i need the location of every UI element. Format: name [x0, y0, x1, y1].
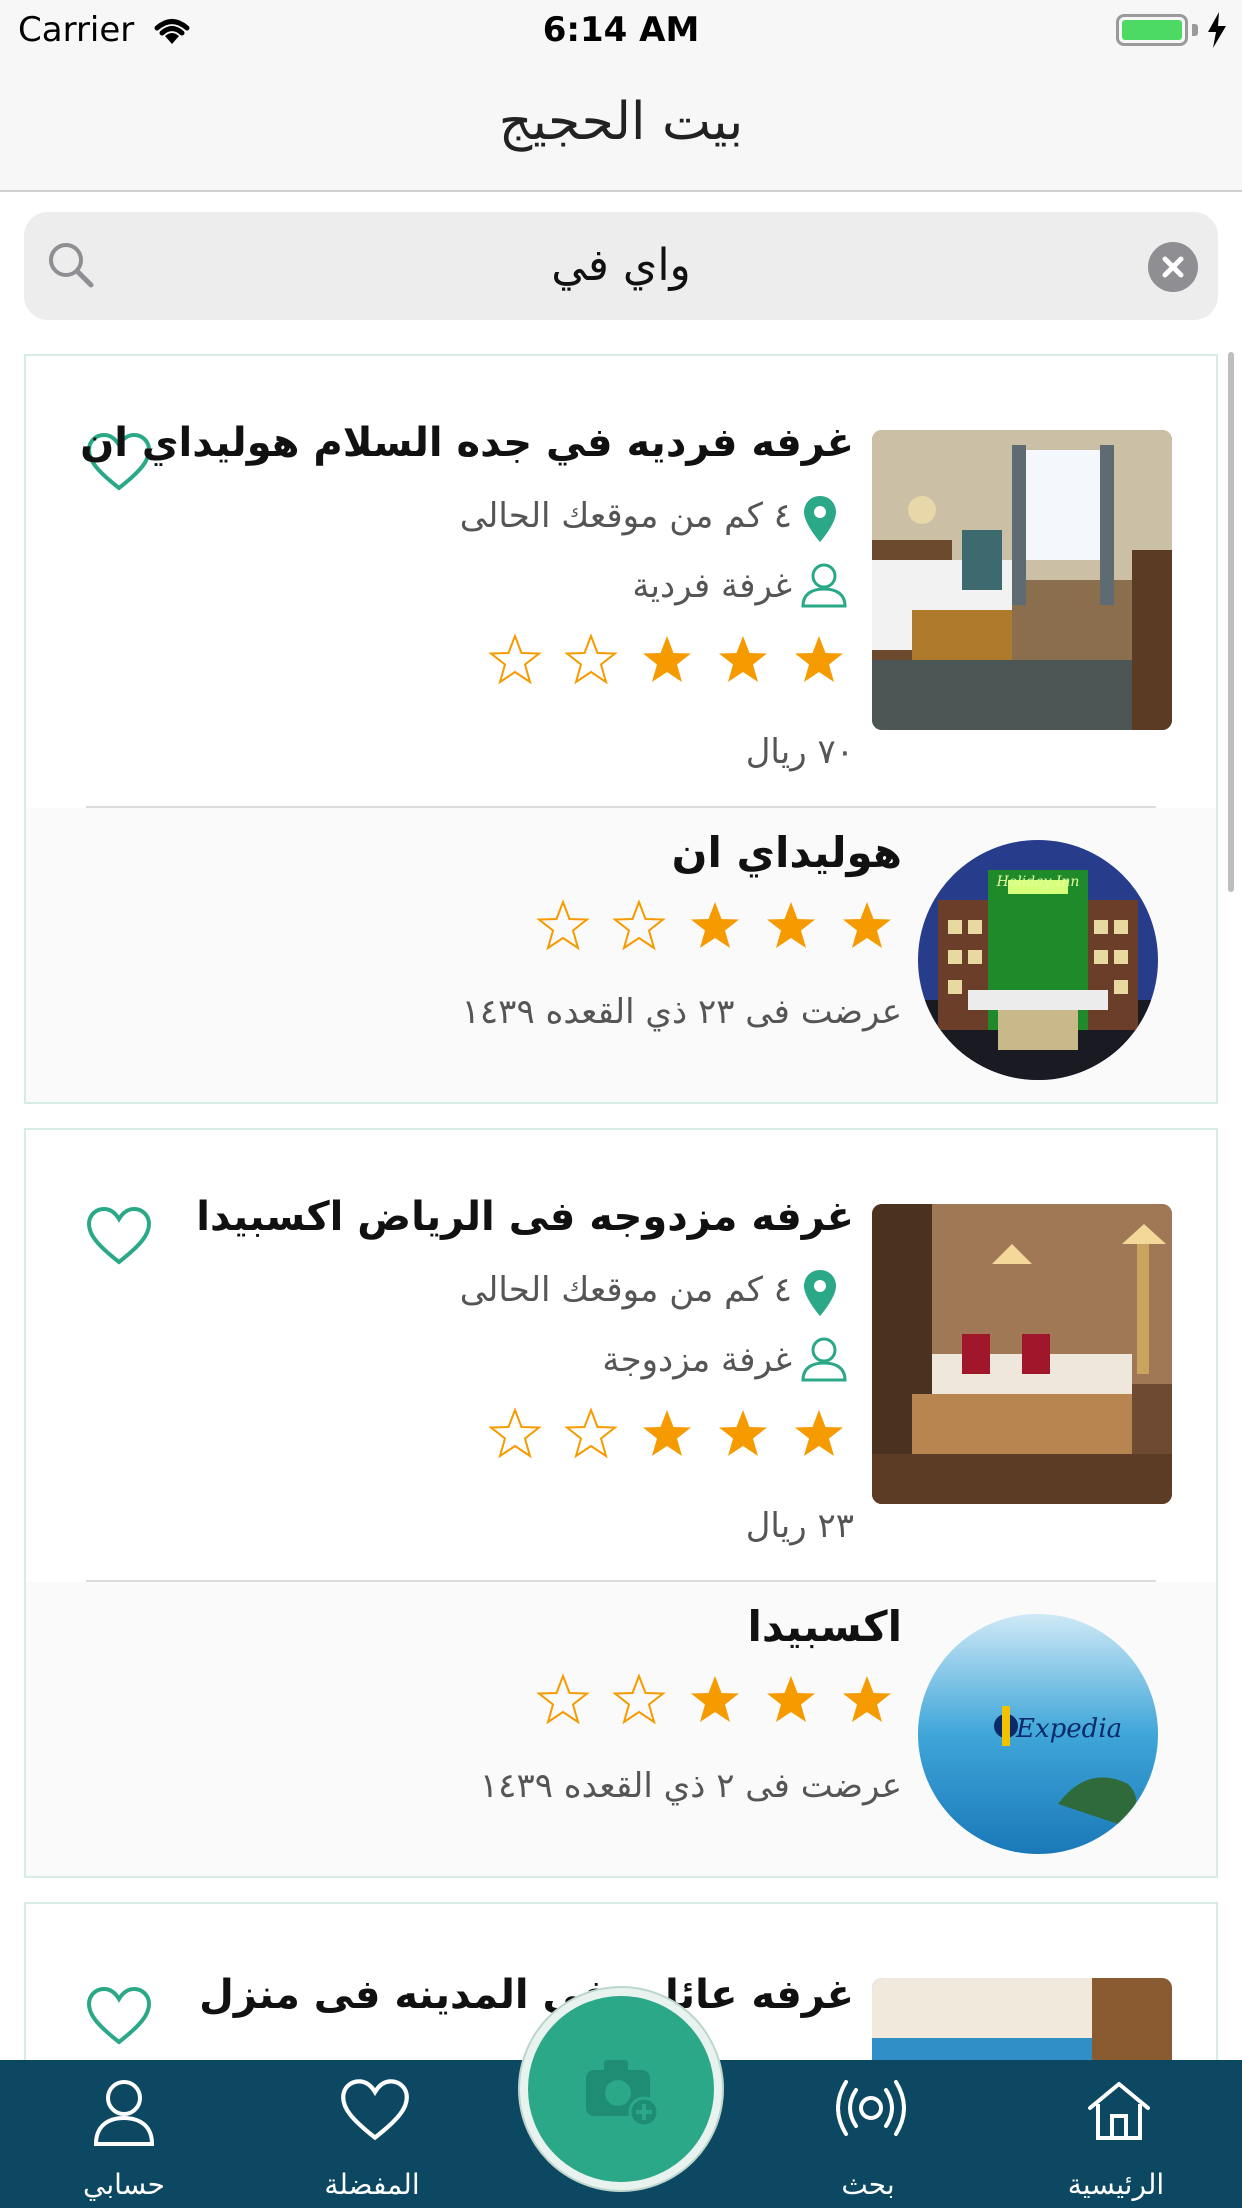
room-type-text: غرفة فردية	[632, 566, 792, 606]
star-filled-icon	[691, 902, 739, 948]
hotel-section[interactable]: Expedia اكسبيدا عرضت فى ٢ ذي القعده ١٤٣٩	[26, 1582, 1216, 1876]
search-input[interactable]: واي في	[104, 240, 1138, 291]
room-rating	[488, 632, 846, 686]
heart-icon[interactable]	[86, 1206, 152, 1266]
star-empty-icon	[564, 633, 618, 685]
scroll-indicator[interactable]	[1228, 352, 1234, 892]
star-filled-icon	[795, 636, 843, 682]
star-empty-icon	[612, 1673, 666, 1725]
hotel-section[interactable]: Holiday Inn هوليداي ان عرضت فى ٢٣ ذي الق…	[26, 808, 1216, 1102]
room-section[interactable]: غرفه مزدوجه فى الرياض اكسبيدا ٤ كم من مو…	[26, 1130, 1216, 1582]
tab-label: حسابي	[83, 2168, 165, 2201]
divider	[86, 1580, 1156, 1582]
distance-text: ٤ كم من موقعك الحالى	[459, 1270, 792, 1310]
room-photo[interactable]	[872, 430, 1172, 730]
battery-icon	[1116, 14, 1188, 46]
hotel-logo[interactable]: Expedia	[918, 1614, 1158, 1854]
page-title: بيت الحجيج	[498, 92, 744, 152]
star-empty-icon	[488, 633, 542, 685]
star-empty-icon	[536, 899, 590, 951]
hotel-name[interactable]: هوليداي ان	[672, 828, 902, 877]
room-photo[interactable]	[872, 1204, 1172, 1504]
hotel-logo-text: Expedia	[1016, 1714, 1123, 1744]
price-text: ٢٣ ريال	[745, 1506, 854, 1546]
star-filled-icon	[691, 1676, 739, 1722]
star-filled-icon	[843, 1676, 891, 1722]
broadcast-icon	[836, 2080, 906, 2136]
tab-label: بحث	[841, 2168, 895, 2201]
room-section[interactable]: غرفه فرديه في جده السلام هوليداي ان ٤ كم…	[26, 356, 1216, 808]
room-title[interactable]: غرفه عائلية في المدينه فى منزل	[199, 1972, 854, 2018]
person-icon	[801, 563, 847, 608]
price-text: ٧٠ ريال	[745, 732, 854, 772]
search-bar[interactable]: واي في	[24, 212, 1218, 320]
room-type-text: غرفة مزدوجة	[602, 1340, 792, 1380]
tab-home[interactable]: الرئيسية	[1016, 2060, 1216, 2208]
star-filled-icon	[767, 1676, 815, 1722]
hotel-logo-text: Holiday Inn	[996, 874, 1080, 890]
battery-cap	[1192, 24, 1198, 36]
offered-date: عرضت فى ٢ ذي القعده ١٤٣٩	[479, 1766, 902, 1806]
divider	[86, 806, 1156, 808]
person-icon	[93, 2080, 155, 2146]
star-empty-icon	[536, 1673, 590, 1725]
room-title[interactable]: غرفه فرديه في جده السلام هوليداي ان	[80, 420, 854, 466]
listing-card[interactable]: غرفه مزدوجه فى الرياض اكسبيدا ٤ كم من مو…	[24, 1128, 1218, 1878]
status-time: 6:14 AM	[542, 10, 700, 50]
star-filled-icon	[767, 902, 815, 948]
tab-account[interactable]: حسابي	[24, 2060, 224, 2208]
star-filled-icon	[795, 1410, 843, 1456]
heart-icon[interactable]	[86, 1986, 152, 2046]
charging-bolt-icon	[1208, 12, 1226, 48]
offered-date: عرضت فى ٢٣ ذي القعده ١٤٣٩	[461, 992, 902, 1032]
search-icon	[49, 243, 94, 288]
camera-add-icon	[586, 2060, 660, 2128]
tab-favorites[interactable]: المفضلة	[272, 2060, 472, 2208]
listing-card[interactable]: غرفه فرديه في جده السلام هوليداي ان ٤ كم…	[24, 354, 1218, 1104]
tab-label: الرئيسية	[1067, 2168, 1165, 2201]
room-rating	[488, 1406, 846, 1460]
tab-label: المفضلة	[324, 2168, 420, 2201]
hotel-rating	[536, 1672, 894, 1726]
room-title[interactable]: غرفه مزدوجه فى الرياض اكسبيدا	[196, 1194, 854, 1240]
star-empty-icon	[488, 1407, 542, 1459]
add-photo-button[interactable]	[520, 1988, 722, 2190]
star-empty-icon	[612, 899, 666, 951]
location-pin-icon	[804, 496, 836, 542]
clear-icon[interactable]	[1148, 242, 1198, 292]
navigation-bar: بيت الحجيج	[0, 62, 1242, 192]
distance-text: ٤ كم من موقعك الحالى	[459, 496, 792, 536]
star-filled-icon	[643, 1410, 691, 1456]
star-filled-icon	[643, 636, 691, 682]
location-pin-icon	[804, 1270, 836, 1316]
person-icon	[801, 1337, 847, 1382]
star-filled-icon	[719, 636, 767, 682]
home-icon	[1088, 2082, 1150, 2140]
hotel-name[interactable]: اكسبيدا	[747, 1602, 902, 1651]
tab-search[interactable]: بحث	[768, 2060, 968, 2208]
heart-icon	[341, 2079, 409, 2141]
star-filled-icon	[843, 902, 891, 948]
hotel-rating	[536, 898, 894, 952]
star-empty-icon	[564, 1407, 618, 1459]
status-bar: Carrier 6:14 AM	[0, 0, 1242, 62]
hotel-logo[interactable]: Holiday Inn	[918, 840, 1158, 1080]
star-filled-icon	[719, 1410, 767, 1456]
